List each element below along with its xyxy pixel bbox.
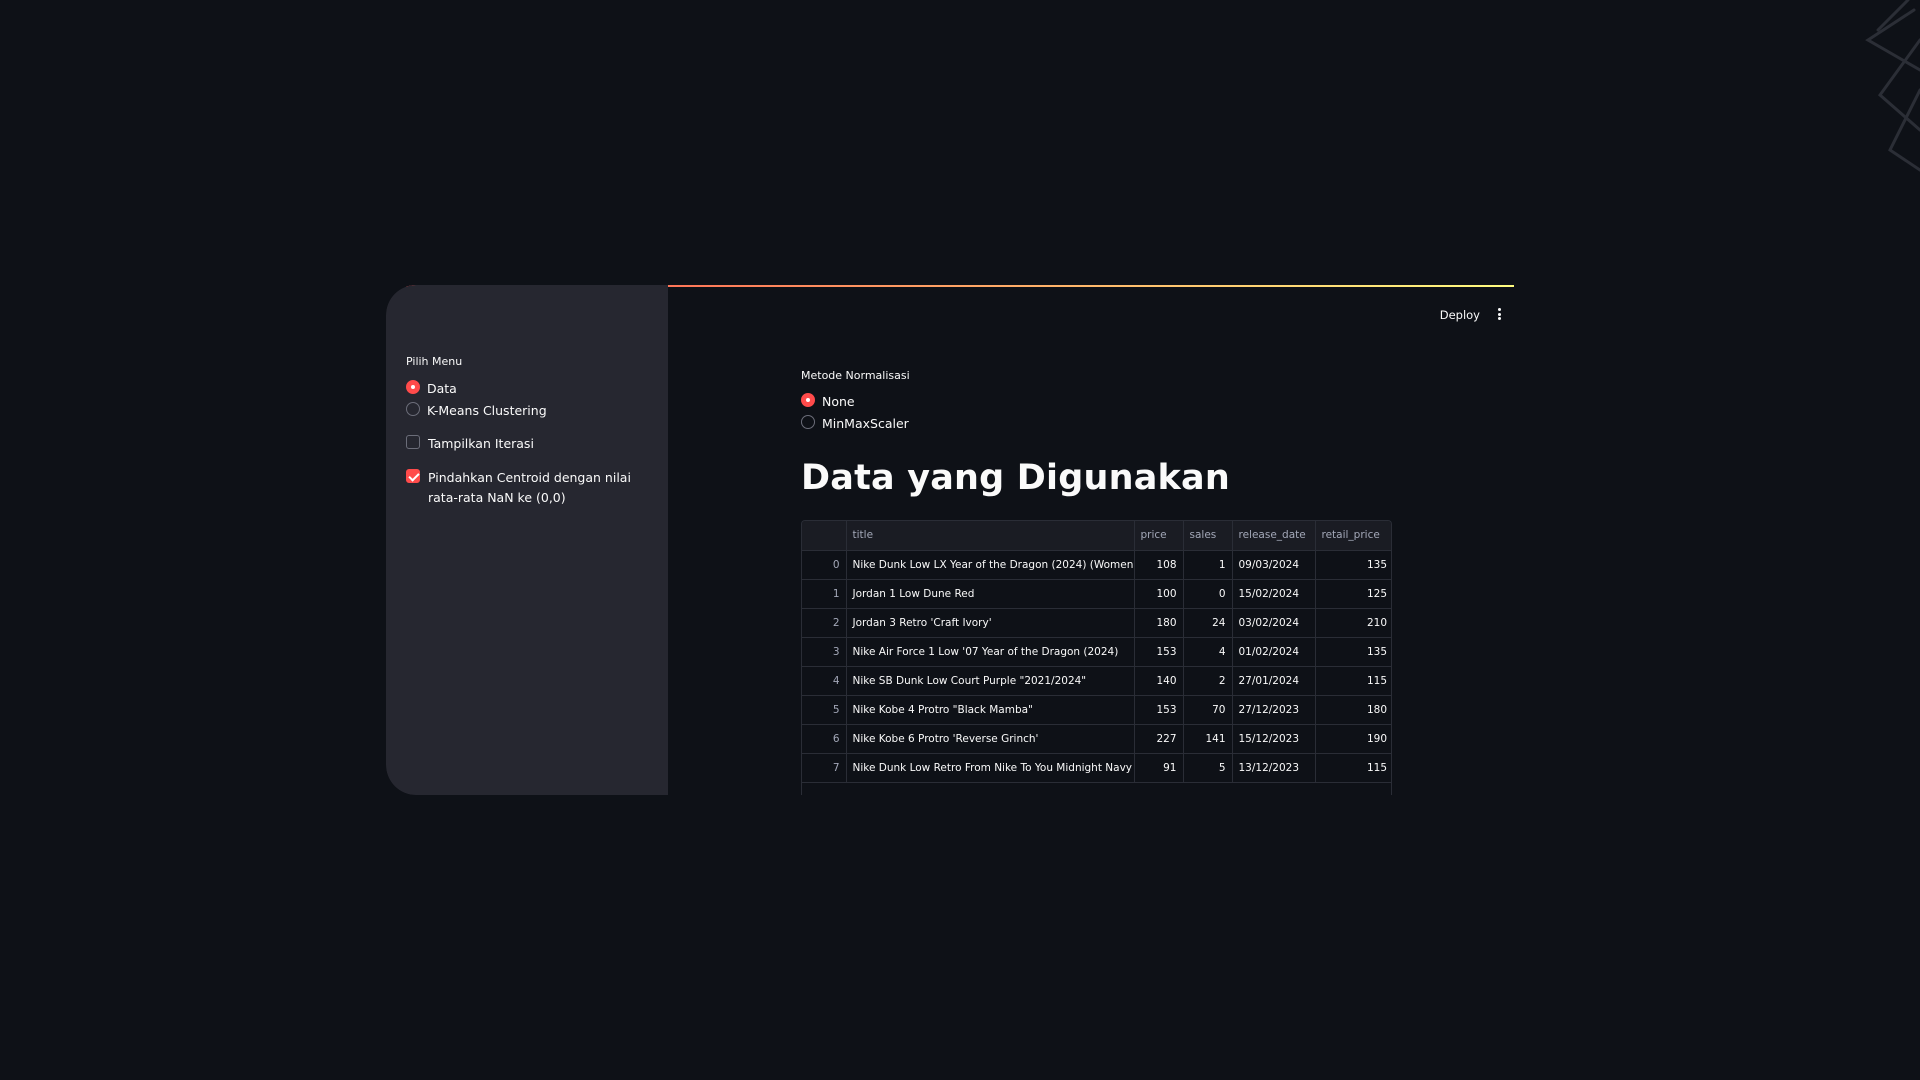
checkbox-label: Tampilkan Iterasi: [428, 436, 534, 451]
cell-price[interactable]: 227: [1134, 724, 1184, 754]
deploy-button[interactable]: Deploy: [1440, 308, 1480, 322]
radio-option-label: MinMaxScaler: [822, 416, 909, 431]
checkbox-label: Pindahkan Centroid dengan nilai rata-rat…: [428, 470, 631, 505]
radio-option-kmeans[interactable]: K-Means Clustering: [406, 401, 547, 421]
cell-price[interactable]: 100: [1134, 579, 1184, 609]
kebab-menu-icon[interactable]: [1492, 306, 1506, 322]
cell-title[interactable]: Jordan 3 Retro 'Craft Ivory': [846, 608, 1135, 638]
cell-sales[interactable]: 5: [1183, 753, 1233, 783]
table-row[interactable]: 1 Jordan 1 Low Dune Red 100 0 15/02/2024 125: [802, 579, 1391, 609]
cell-release-date[interactable]: 15/02/2024: [1232, 579, 1316, 609]
decorative-scribble-graphic: [1865, 0, 1920, 172]
cell-retail-price[interactable]: 125: [1315, 579, 1391, 609]
radio-selected-icon[interactable]: [406, 380, 420, 394]
table-row[interactable]: 2 Jordan 3 Retro 'Craft Ivory' 180 24 03/02/…: [802, 608, 1391, 638]
radio-option-none[interactable]: None: [801, 392, 855, 412]
cell-price[interactable]: 153: [1134, 637, 1184, 667]
column-header-retail-price[interactable]: retail_price: [1315, 521, 1391, 551]
cell-index[interactable]: 0: [802, 550, 847, 580]
cell-sales[interactable]: 24: [1183, 608, 1233, 638]
table-row[interactable]: 5 Nike Kobe 4 Protro "Black Mamba" 153 70 27…: [802, 695, 1391, 725]
cell-retail-price[interactable]: 210: [1315, 608, 1391, 638]
cell-title[interactable]: Nike Dunk Low LX Year of the Dragon (202…: [846, 550, 1135, 580]
cell-release-date[interactable]: 27/12/2023: [1232, 695, 1316, 725]
radio-option-label: K-Means Clustering: [427, 403, 547, 418]
cell-title[interactable]: Nike Dunk Low Retro From Nike To You Mid…: [846, 753, 1135, 783]
cell-index[interactable]: 4: [802, 666, 847, 696]
cell-sales[interactable]: 2: [1183, 666, 1233, 696]
table-row[interactable]: 7 Nike Dunk Low Retro From Nike To You Mi…: [802, 753, 1391, 783]
cell-retail-price[interactable]: 180: [1315, 695, 1391, 725]
checkbox-unchecked-icon[interactable]: [406, 435, 420, 449]
cell-title[interactable]: Nike Kobe 6 Protro 'Reverse Grinch': [846, 724, 1135, 754]
table-row[interactable]: 3 Nike Air Force 1 Low '07 Year of the Dr…: [802, 637, 1391, 667]
cell-index[interactable]: 7: [802, 753, 847, 783]
cell-sales[interactable]: 0: [1183, 579, 1233, 609]
cell-price[interactable]: 153: [1134, 695, 1184, 725]
normalization-radio-label: Metode Normalisasi: [801, 369, 910, 382]
radio-selected-icon[interactable]: [801, 393, 815, 407]
checkbox-tampilkan-iterasi[interactable]: Tampilkan Iterasi: [406, 434, 534, 454]
cell-release-date[interactable]: 27/01/2024: [1232, 666, 1316, 696]
cell-title[interactable]: Nike Kobe 4 Protro "Black Mamba": [846, 695, 1135, 725]
data-table[interactable]: title price sales release_date retail_pr…: [801, 520, 1392, 795]
main-content: Deploy Metode Normalisasi None MinMaxSca…: [668, 285, 1514, 795]
cell-price[interactable]: 180: [1134, 608, 1184, 638]
cell-price[interactable]: 140: [1134, 666, 1184, 696]
cell-retail-price[interactable]: 190: [1315, 724, 1391, 754]
cell-sales[interactable]: 4: [1183, 637, 1233, 667]
radio-unselected-icon[interactable]: [406, 402, 420, 416]
menu-radio-label: Pilih Menu: [406, 355, 463, 368]
cell-price[interactable]: 91: [1134, 753, 1184, 783]
cell-sales[interactable]: 1: [1183, 550, 1233, 580]
cell-title[interactable]: Nike Air Force 1 Low '07 Year of the Dra…: [846, 637, 1135, 667]
cell-release-date[interactable]: 01/02/2024: [1232, 637, 1316, 667]
column-header-sales[interactable]: sales: [1183, 521, 1233, 551]
sidebar: Pilih Menu Data K-Means Clustering Tampi…: [386, 285, 668, 795]
cell-sales[interactable]: 141: [1183, 724, 1233, 754]
table-row[interactable]: 4 Nike SB Dunk Low Court Purple "2021/202…: [802, 666, 1391, 696]
cell-index[interactable]: 3: [802, 637, 847, 667]
cell-sales[interactable]: 70: [1183, 695, 1233, 725]
checkbox-pindahkan-centroid[interactable]: Pindahkan Centroid dengan nilai rata-rat…: [406, 468, 646, 508]
cell-release-date[interactable]: 15/12/2023: [1232, 724, 1316, 754]
cell-retail-price[interactable]: 115: [1315, 666, 1391, 696]
cell-title[interactable]: Nike SB Dunk Low Court Purple "2021/2024…: [846, 666, 1135, 696]
table-header-row: title price sales release_date retail_pr…: [802, 521, 1391, 551]
column-header-index[interactable]: [802, 521, 847, 551]
cell-index[interactable]: 6: [802, 724, 847, 754]
cell-index[interactable]: 1: [802, 579, 847, 609]
page-title: Data yang Digunakan: [801, 458, 1230, 498]
checkbox-checked-icon[interactable]: [406, 469, 420, 483]
screen-background: Pilih Menu Data K-Means Clustering Tampi…: [0, 0, 1920, 1080]
column-header-release-date[interactable]: release_date: [1232, 521, 1316, 551]
cell-title[interactable]: Jordan 1 Low Dune Red: [846, 579, 1135, 609]
column-header-title[interactable]: title: [846, 521, 1135, 551]
table-row[interactable]: 6 Nike Kobe 6 Protro 'Reverse Grinch' 227 1…: [802, 724, 1391, 754]
cell-release-date[interactable]: 13/12/2023: [1232, 753, 1316, 783]
cell-index[interactable]: 2: [802, 608, 847, 638]
radio-option-data[interactable]: Data: [406, 379, 457, 399]
radio-option-label: Data: [427, 381, 457, 396]
table-row[interactable]: 0 Nike Dunk Low LX Year of the Dragon (20…: [802, 550, 1391, 580]
app-window: Pilih Menu Data K-Means Clustering Tampi…: [386, 285, 1514, 795]
radio-option-minmaxscaler[interactable]: MinMaxScaler: [801, 414, 909, 434]
column-header-price[interactable]: price: [1134, 521, 1184, 551]
cell-price[interactable]: 108: [1134, 550, 1184, 580]
cell-retail-price[interactable]: 135: [1315, 637, 1391, 667]
cell-retail-price[interactable]: 135: [1315, 550, 1391, 580]
cell-index[interactable]: 5: [802, 695, 847, 725]
cell-release-date[interactable]: 03/02/2024: [1232, 608, 1316, 638]
radio-unselected-icon[interactable]: [801, 415, 815, 429]
cell-release-date[interactable]: 09/03/2024: [1232, 550, 1316, 580]
cell-retail-price[interactable]: 115: [1315, 753, 1391, 783]
radio-option-label: None: [822, 394, 855, 409]
